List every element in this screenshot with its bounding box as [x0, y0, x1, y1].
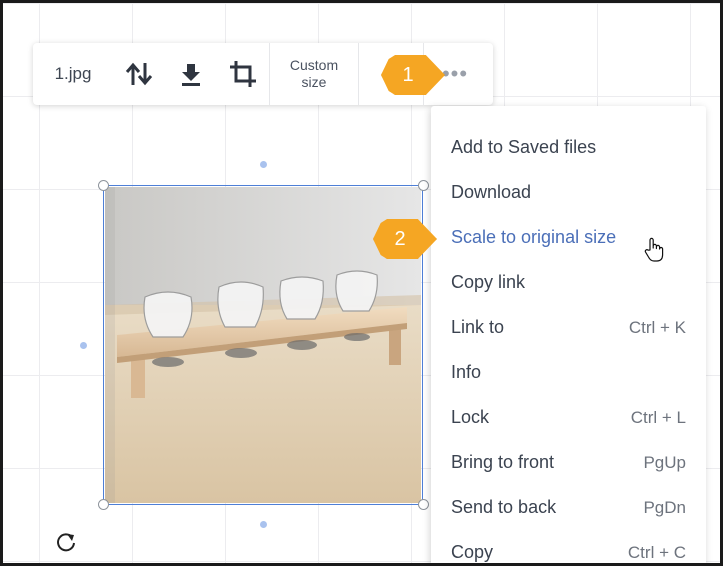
- menu-item-shortcut: PgUp: [643, 452, 686, 472]
- file-name-label[interactable]: 1.jpg: [33, 43, 113, 105]
- custom-size-button[interactable]: Custom size: [270, 43, 358, 105]
- menu-item-shortcut: Ctrl + L: [630, 407, 686, 427]
- resize-handle-left[interactable]: [80, 342, 87, 349]
- download-icon: [182, 64, 200, 86]
- custom-size-line2: size: [301, 74, 327, 90]
- menu-item-copy-link[interactable]: Copy link: [431, 260, 706, 305]
- swap-vertical-icon: [125, 62, 153, 86]
- step-2-callout: 2: [373, 219, 437, 259]
- menu-item-label: Bring to front: [451, 452, 555, 472]
- menu-item-label: Lock: [451, 407, 490, 427]
- resize-handle-bottom-left[interactable]: [98, 499, 109, 510]
- menu-item-add-to-saved-files[interactable]: Add to Saved files: [431, 125, 706, 170]
- menu-item-scale-to-original-size[interactable]: Scale to original size: [431, 215, 706, 260]
- resize-handle-bottom[interactable]: [260, 521, 267, 528]
- step-1-number: 1: [402, 63, 414, 86]
- resize-handle-bottom-right[interactable]: [418, 499, 429, 510]
- replace-image-button[interactable]: [113, 43, 165, 105]
- crop-button[interactable]: [217, 43, 269, 105]
- menu-item-label: Add to Saved files: [451, 137, 597, 157]
- menu-item-shortcut: Ctrl + K: [628, 317, 686, 337]
- menu-item-bring-to-front[interactable]: Bring to front PgUp: [431, 440, 706, 485]
- menu-item-send-to-back[interactable]: Send to back PgDn: [431, 485, 706, 530]
- menu-item-label: Copy: [451, 542, 494, 562]
- resize-handle-top-left[interactable]: [98, 180, 109, 191]
- rotate-icon: [57, 533, 75, 552]
- menu-item-info[interactable]: Info: [431, 350, 706, 395]
- crop-icon: [230, 61, 256, 87]
- canvas[interactable]: 1.jpg Custom size ••• Add to Saved files…: [0, 0, 723, 566]
- selection-box: [103, 185, 423, 505]
- menu-item-label: Copy link: [451, 272, 526, 292]
- menu-item-label: Link to: [451, 317, 505, 337]
- menu-item-copy[interactable]: Copy Ctrl + C: [431, 530, 706, 563]
- rotate-button[interactable]: [55, 531, 77, 558]
- menu-item-download[interactable]: Download: [431, 170, 706, 215]
- menu-item-shortcut: PgDn: [643, 497, 686, 517]
- menu-item-label: Send to back: [451, 497, 557, 517]
- step-2-number: 2: [394, 227, 406, 250]
- hand-pointer-cursor-icon: [644, 237, 664, 268]
- menu-item-label: Scale to original size: [451, 227, 617, 247]
- menu-item-shortcut: Ctrl + C: [627, 542, 686, 562]
- download-button[interactable]: [165, 43, 217, 105]
- custom-size-line1: Custom: [289, 57, 339, 73]
- menu-item-lock[interactable]: Lock Ctrl + L: [431, 395, 706, 440]
- resize-handle-top-right[interactable]: [418, 180, 429, 191]
- menu-item-label: Download: [451, 182, 532, 202]
- menu-item-link-to[interactable]: Link to Ctrl + K: [431, 305, 706, 350]
- menu-item-label: Info: [451, 362, 482, 382]
- more-options-menu: Add to Saved files Download Scale to ori…: [431, 106, 706, 563]
- resize-handle-top[interactable]: [260, 161, 267, 168]
